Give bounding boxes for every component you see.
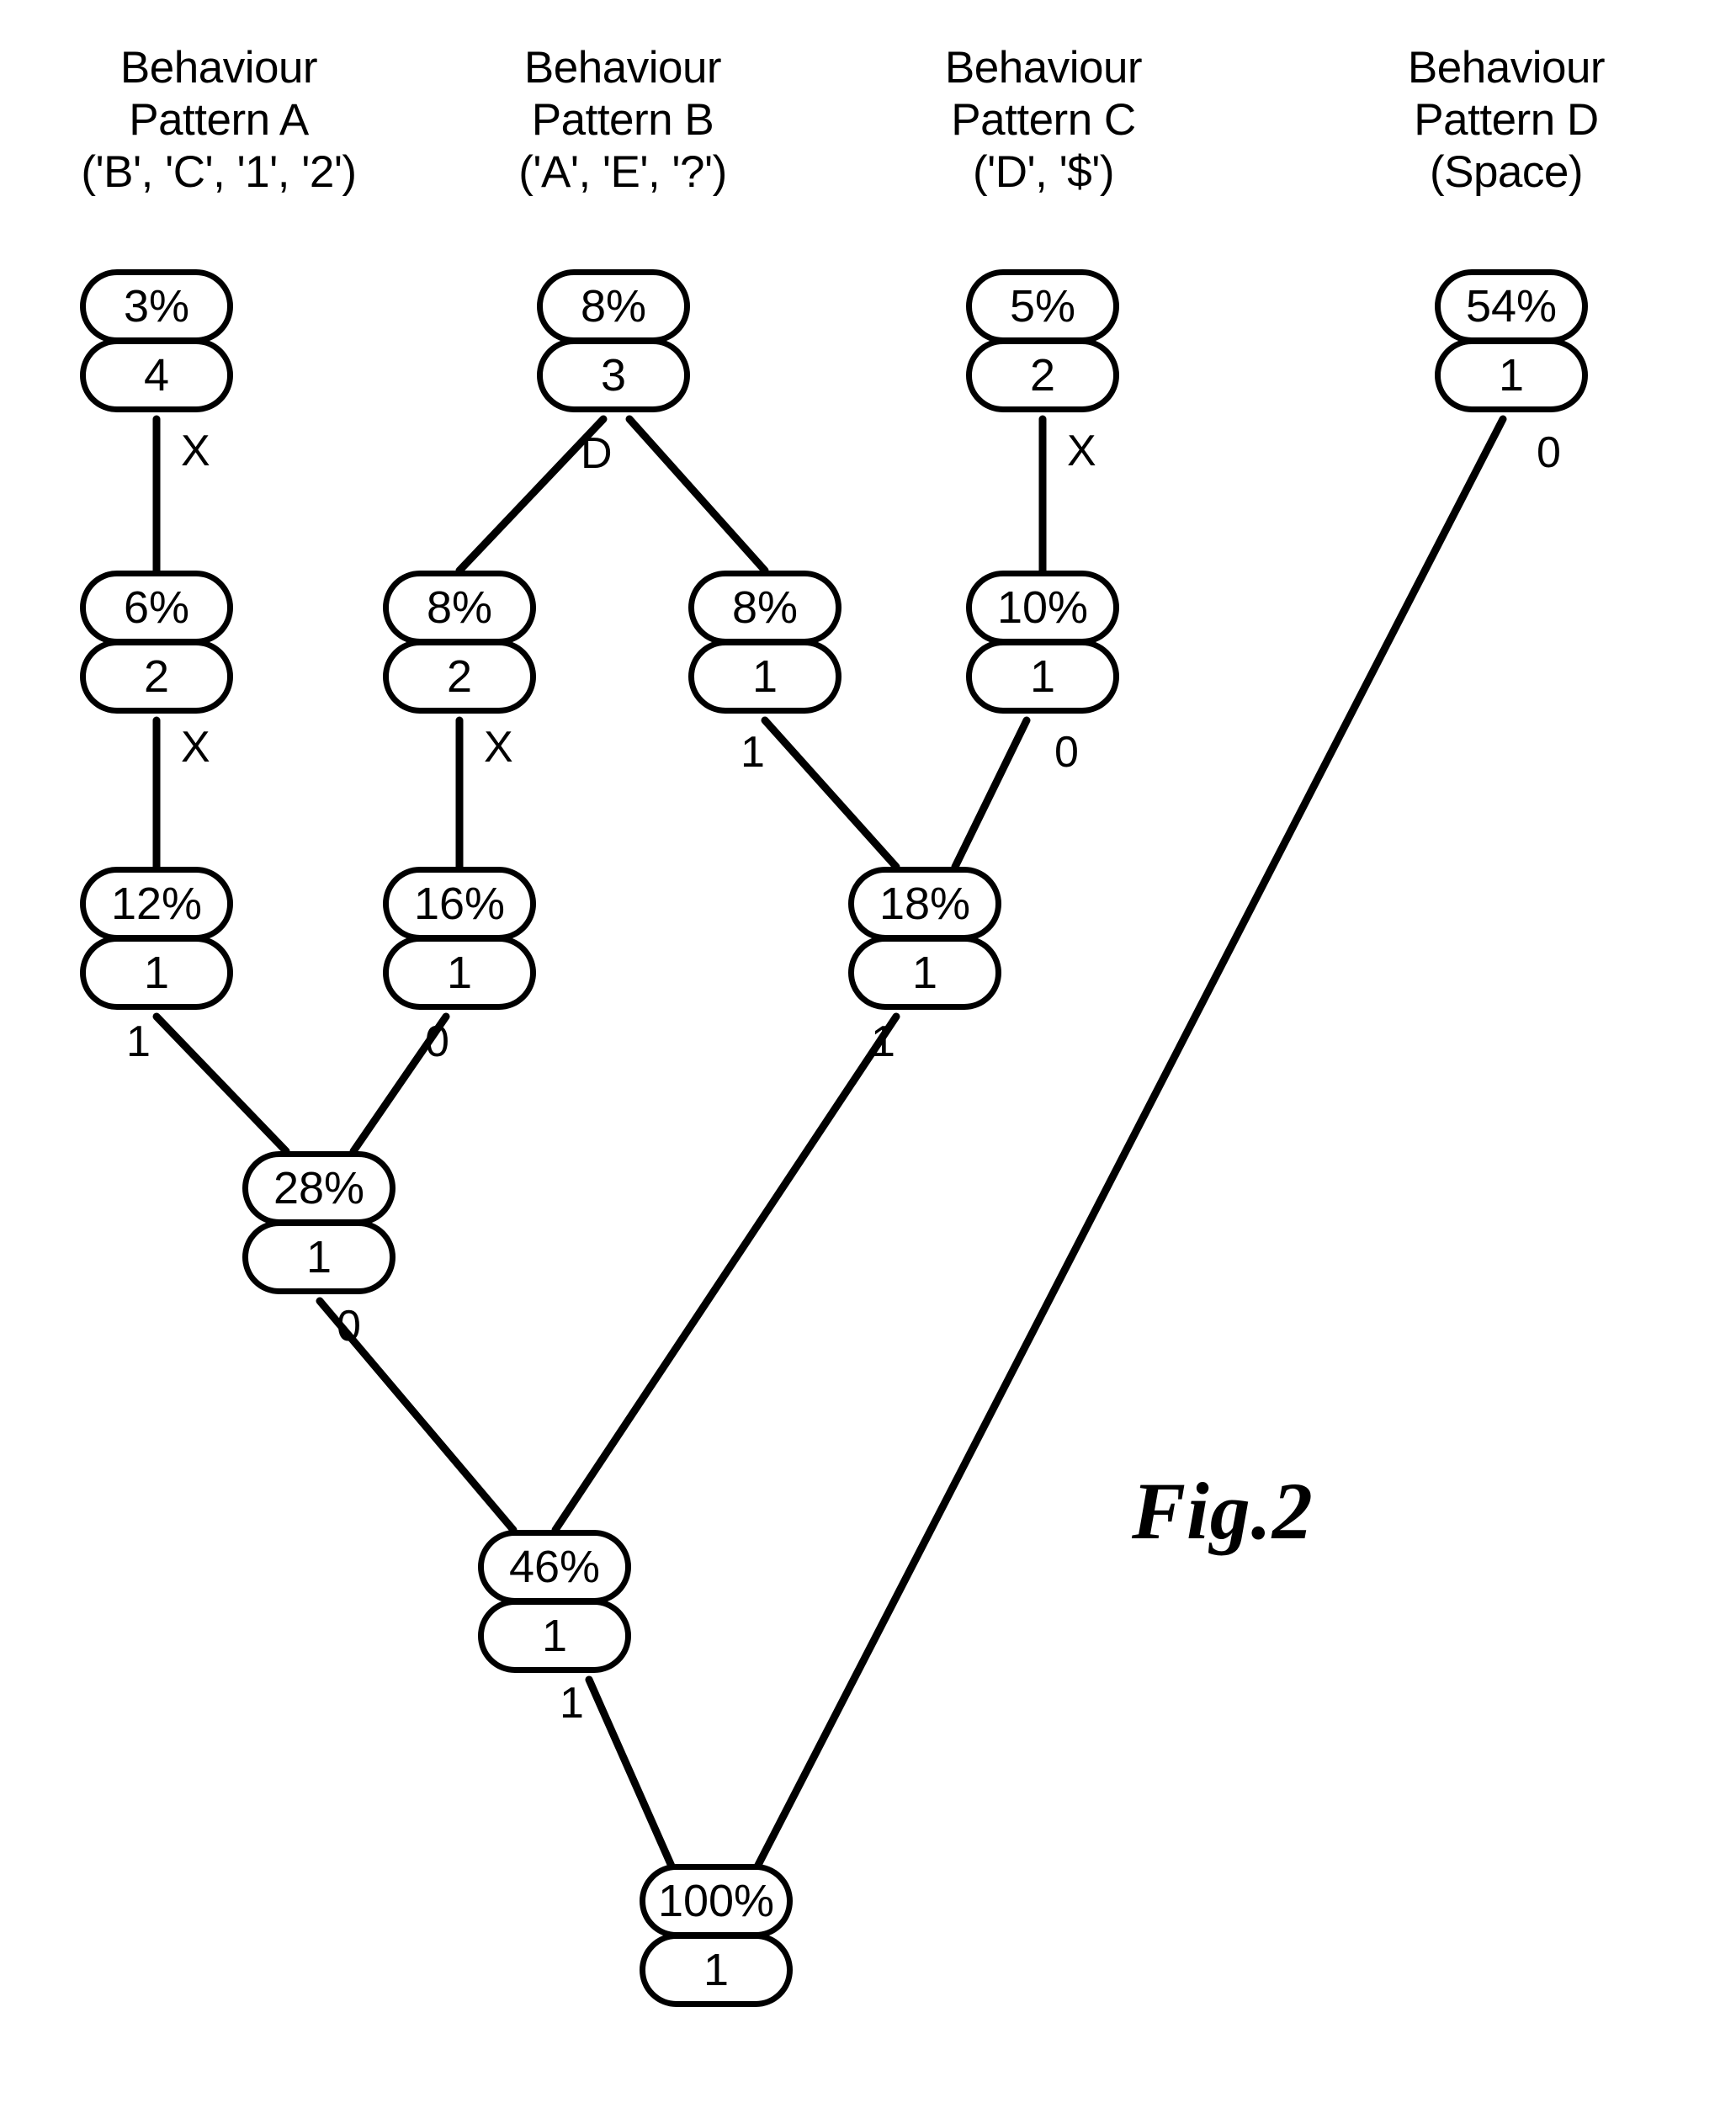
column-header-pattern-a: Behaviour Pattern A ('B', 'C', '1', '2') <box>81 43 357 197</box>
node-percent: 6% <box>80 571 233 645</box>
tree-edge-n46-n100 <box>585 1675 677 1874</box>
edge-label-n46-n100: 1 <box>560 1679 584 1728</box>
column-header-pattern-c: Behaviour Pattern C ('D', '$') <box>944 43 1143 197</box>
node-count: 1 <box>966 640 1119 714</box>
edge-label-n5-n10: X <box>1067 427 1096 475</box>
edge-label-n8b-n16: X <box>484 723 513 772</box>
tree-node-n16[interactable]: 16% 1 <box>383 867 536 1010</box>
node-count: 1 <box>688 640 841 714</box>
tree-edge-n12-n28 <box>152 1012 290 1155</box>
edge-label-n8c-n18: 1 <box>741 728 765 777</box>
column-header-pattern-b: Behaviour Pattern B ('A', 'E', '?') <box>518 43 727 197</box>
node-percent: 18% <box>848 867 1001 941</box>
node-percent: 54% <box>1435 269 1588 343</box>
tree-edge-n8c-n18 <box>761 716 900 871</box>
node-count: 2 <box>80 640 233 714</box>
edge-label-n8a-n8b: D <box>581 429 613 478</box>
node-count: 1 <box>478 1599 631 1673</box>
node-count: 2 <box>966 338 1119 412</box>
tree-node-n12[interactable]: 12% 1 <box>80 867 233 1010</box>
edge-label-n28-n46: 0 <box>337 1302 361 1351</box>
tree-node-n100[interactable]: 100% 1 <box>640 1864 793 2007</box>
tree-edge-n54-n100 <box>751 415 1507 1874</box>
node-percent: 8% <box>688 571 841 645</box>
node-count: 4 <box>80 338 233 412</box>
tree-edge-n8a-n8c <box>625 415 769 575</box>
node-percent: 16% <box>383 867 536 941</box>
edge-label-n16-n28: 0 <box>425 1017 449 1066</box>
node-count: 1 <box>383 936 536 1010</box>
column-header-pattern-d: Behaviour Pattern D (Space) <box>1407 43 1606 197</box>
tree-edge-n18-n46 <box>551 1012 900 1534</box>
node-count: 1 <box>848 936 1001 1010</box>
node-percent: 100% <box>640 1864 793 1938</box>
node-count: 3 <box>537 338 690 412</box>
tree-node-n8a[interactable]: 8% 3 <box>537 269 690 412</box>
edge-label-n12-n28: 1 <box>126 1017 151 1066</box>
node-percent: 10% <box>966 571 1119 645</box>
edge-label-n10-n18: 0 <box>1054 728 1079 777</box>
tree-node-n5[interactable]: 5% 2 <box>966 269 1119 412</box>
tree-node-n28[interactable]: 28% 1 <box>242 1151 396 1294</box>
tree-node-n3[interactable]: 3% 4 <box>80 269 233 412</box>
edge-label-n6-n12: X <box>181 723 210 772</box>
edge-label-n54-n100: 0 <box>1537 428 1561 477</box>
tree-node-n8c[interactable]: 8% 1 <box>688 571 841 714</box>
tree-node-n54[interactable]: 54% 1 <box>1435 269 1588 412</box>
node-count: 1 <box>1435 338 1588 412</box>
node-percent: 12% <box>80 867 233 941</box>
tree-node-n46[interactable]: 46% 1 <box>478 1530 631 1673</box>
tree-node-n10[interactable]: 10% 1 <box>966 571 1119 714</box>
tree-node-n18[interactable]: 18% 1 <box>848 867 1001 1010</box>
node-percent: 5% <box>966 269 1119 343</box>
edge-label-n3-n6: X <box>181 427 210 475</box>
node-percent: 28% <box>242 1151 396 1225</box>
node-percent: 8% <box>383 571 536 645</box>
tree-edge-n10-n18 <box>951 716 1031 871</box>
figure-caption: Fig.2 <box>1132 1466 1314 1556</box>
node-percent: 8% <box>537 269 690 343</box>
tree-node-n6[interactable]: 6% 2 <box>80 571 233 714</box>
node-count: 1 <box>80 936 233 1010</box>
node-count: 1 <box>640 1933 793 2007</box>
tree-node-n8b[interactable]: 8% 2 <box>383 571 536 714</box>
edge-label-n18-n46: 1 <box>871 1017 895 1066</box>
node-count: 2 <box>383 640 536 714</box>
node-count: 1 <box>242 1220 396 1294</box>
node-percent: 3% <box>80 269 233 343</box>
patent-figure: Behaviour Pattern A ('B', 'C', '1', '2')… <box>0 0 1736 2108</box>
node-percent: 46% <box>478 1530 631 1604</box>
